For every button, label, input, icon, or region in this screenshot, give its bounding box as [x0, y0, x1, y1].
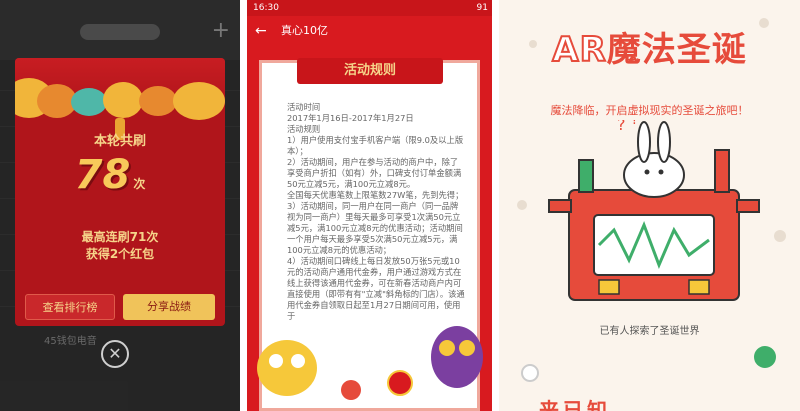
decor-cloud [173, 82, 225, 120]
mascot-yellow [257, 340, 317, 396]
card-title: 本轮共刷 [93, 134, 146, 149]
result-card: 本轮共刷 78 次 最高连刷71次 获得2个红包 查看排行榜 分享战绩 [15, 58, 225, 326]
bunny-ear [637, 121, 651, 163]
background-row-text: 45钱包电音 [44, 336, 97, 347]
snowflake-icon [517, 200, 527, 210]
nav-bar: ← 真心10亿 [247, 16, 492, 46]
bunny-eye [644, 169, 650, 175]
explorer-count-caption: 已有人探索了圣诞世界 [599, 326, 700, 337]
mascot-purple [431, 326, 483, 388]
pipe-right [736, 199, 760, 213]
battery-level: 91 [476, 3, 488, 13]
mascot-eye [459, 340, 475, 356]
background-pill [80, 24, 160, 40]
green-bulb-icon [754, 346, 776, 368]
title-ar: AR [551, 29, 607, 71]
page-title: AR魔法圣诞 [499, 22, 800, 71]
machine-screen [593, 214, 715, 276]
rules-text: 活动时间 2017年1月16日-2017年1月27日 活动规则 1）用户使用支付… [287, 102, 465, 321]
question-mark-icon: ? [631, 120, 638, 128]
bunny-eye [658, 169, 664, 175]
bunny-body [623, 152, 685, 198]
firecracker-icon [341, 380, 361, 400]
machine-knob [598, 279, 620, 295]
mascot-eye [291, 354, 305, 368]
count-unit: 次 [133, 177, 146, 191]
count-number: 78 [74, 152, 131, 198]
ar-machine-illustration: ? ? [548, 120, 760, 301]
status-time: 16:30 [253, 3, 279, 13]
decor-cloud [71, 88, 107, 116]
bottom-partial-text: 来已知 [539, 398, 611, 411]
subtitle: 魔法降临，开启虚拟现实的圣诞之旅吧！ [550, 104, 749, 117]
status-bar: 16:30 91 [247, 0, 492, 16]
snowman-icon [521, 364, 539, 382]
bunny-ear [657, 121, 671, 163]
mascot-eye [439, 340, 455, 356]
mascot-eye [269, 354, 283, 368]
share-result-button[interactable]: 分享战绩 [123, 294, 215, 320]
screenshot-collage: + 45钱包电音 本轮共刷 78 次 最高连刷71次 获得2个红包 查看排行榜 分… [0, 0, 800, 411]
rules-banner: 活动规则 [297, 58, 443, 84]
decor-cloud [103, 82, 143, 118]
panel-activity-rules: 16:30 91 ← 真心10亿 活动规则 活动时间 2017年1月16日-20… [247, 0, 492, 411]
chimney-red [714, 149, 730, 193]
lantern-icon [387, 370, 413, 396]
max-streak-text: 最高连刷71次 [81, 230, 159, 244]
panel-ar-christmas: AR魔法圣诞 魔法降临，开启虚拟现实的圣诞之旅吧！ ? ? 已有人探索了圣诞世界… [499, 0, 800, 411]
red-packet-text: 获得2个红包 [85, 247, 155, 261]
view-leaderboard-button[interactable]: 查看排行榜 [25, 294, 115, 320]
close-icon[interactable]: ✕ [101, 340, 129, 368]
question-mark-icon: ? [617, 120, 626, 134]
plus-icon: + [211, 18, 230, 43]
chimney-green [578, 159, 594, 193]
count-display: 78 次 [15, 152, 205, 198]
title-rest: 魔法圣诞 [606, 30, 747, 70]
panel-result-popup: + 45钱包电音 本轮共刷 78 次 最高连刷71次 获得2个红包 查看排行榜 分… [0, 0, 240, 411]
snowflake-icon [774, 230, 786, 242]
nav-title: 真心10亿 [281, 24, 328, 37]
back-arrow-icon[interactable]: ← [255, 16, 267, 46]
machine-knob [688, 279, 710, 295]
decor-cloud [139, 86, 177, 116]
pipe-left [548, 199, 572, 213]
